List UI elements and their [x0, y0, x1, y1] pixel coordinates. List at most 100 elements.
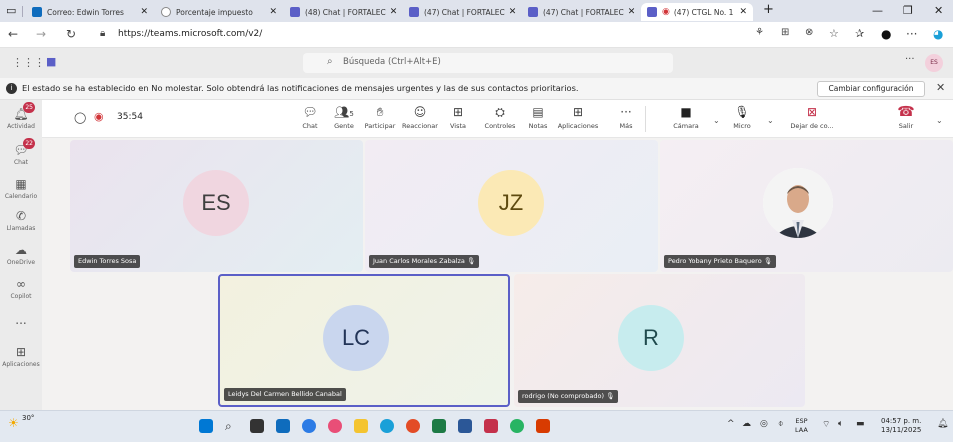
mic-options-chevron-icon[interactable]: ⌄ [767, 116, 774, 125]
powerpoint-icon[interactable] [536, 419, 550, 433]
favorite-icon[interactable]: ☆ [829, 27, 839, 40]
participant-avatar: JZ [478, 170, 544, 236]
participant-tile[interactable]: Pedro Yobany Prieto Baquero 🎙︎ [660, 140, 953, 272]
whatsapp-icon[interactable] [510, 419, 524, 433]
browser-tab-4[interactable]: (47) Chat | FORTALEC ✕ [403, 3, 521, 21]
url-text[interactable]: https://teams.microsoft.com/v2/ [118, 29, 262, 39]
tab-actions-icon[interactable]: ▭ [6, 4, 16, 17]
favorites-bar-icon[interactable]: ✰ [855, 27, 864, 40]
close-icon[interactable]: ✕ [265, 7, 277, 17]
toolbar-leave-button[interactable]: ☎︎ Salir [884, 104, 928, 130]
close-icon[interactable]: ✕ [505, 7, 517, 17]
browser-tab-5[interactable]: (47) Chat | FORTALEC ✕ [522, 3, 640, 21]
settings-more-icon[interactable]: ··· [906, 27, 917, 41]
teams-icon [409, 7, 419, 17]
bell-icon: 🔔︎ 25 [13, 102, 35, 121]
app-launcher-icon[interactable]: ⋮⋮⋮ [12, 56, 45, 69]
dismiss-icon[interactable]: ✕ [936, 81, 945, 94]
chrome-browser-icon[interactable] [406, 419, 420, 433]
toolbar-raise-hand-button[interactable]: ✋︎ Participar [358, 104, 402, 130]
notifications-icon[interactable]: 🔔︎ [937, 419, 948, 429]
read-aloud-icon[interactable]: ⊗ [805, 27, 813, 38]
close-window-icon[interactable]: ✕ [934, 4, 943, 17]
wifi-icon[interactable]: ⌔ [822, 419, 830, 430]
copilot-app-icon[interactable] [328, 419, 342, 433]
close-icon[interactable]: ✕ [624, 7, 636, 17]
rail-item-activity[interactable]: 🔔︎ 25 Actividad [0, 102, 42, 130]
rail-label: Aplicaciones [2, 361, 40, 368]
keyboard-layout: LAA [795, 426, 808, 434]
usb-icon[interactable]: ⌽ [778, 419, 783, 429]
toolbar-view-button[interactable]: ⊞ Vista [436, 104, 480, 130]
weather-icon[interactable]: ☀ [8, 416, 19, 430]
change-settings-button[interactable]: Cambiar configuración [817, 81, 925, 97]
rail-item-copilot[interactable]: ∞ Copilot [0, 276, 42, 300]
minimize-icon[interactable]: — [872, 4, 883, 17]
rail-item-onedrive[interactable]: ☁︎ OneDrive [0, 242, 42, 266]
tab-label: (47) Chat | FORTALEC [424, 7, 505, 17]
onedrive-tray-icon[interactable]: ☁ [742, 419, 751, 429]
info-icon: i [6, 83, 17, 94]
toolbar-apps-button[interactable]: ⊞ Aplicaciones [556, 104, 600, 130]
user-avatar[interactable]: ES [925, 54, 943, 72]
close-icon[interactable]: ✕ [735, 7, 747, 17]
search-input[interactable]: ⌕ Búsqueda (Ctrl+Alt+E) [303, 53, 673, 73]
participant-avatar: ES [183, 170, 249, 236]
windows-start-icon[interactable] [199, 419, 213, 433]
restore-icon[interactable]: ❐ [903, 4, 913, 17]
browser-tab-active[interactable]: ◉ (47) CTGL No. 1 ✕ [641, 3, 753, 21]
browser-tab-2[interactable]: Porcentaje impuesto ✕ [155, 3, 283, 21]
camera-options-chevron-icon[interactable]: ⌄ [713, 116, 720, 125]
show-hidden-icons-icon[interactable]: ^ [727, 419, 735, 429]
rail-item-chat[interactable]: 💬︎ 22 Chat [0, 138, 42, 166]
tray-app-icon[interactable]: ◎ [760, 419, 768, 429]
toolbar-mic-button[interactable]: 🎙︎ Micro [720, 104, 764, 130]
forward-icon[interactable]: → [36, 27, 46, 41]
windows-taskbar: ☀ 30° ⌕ ^ ☁ ◎ ⌽ ESP LAA ⌔ 🔈︎ ▬ 04:57 p. … [0, 410, 953, 442]
participant-tile-active[interactable]: LC Leidys Del Carmen Bellido Canabal [218, 274, 510, 407]
meeting-stage: ES Edwin Torres Sosa JZ Juan Carlos Mora… [42, 138, 953, 410]
rail-label: OneDrive [6, 259, 36, 266]
participant-avatar: LC [323, 305, 389, 371]
file-explorer-icon[interactable] [354, 419, 368, 433]
toolbar-notes-button[interactable]: ▤ Notas [516, 104, 560, 130]
more-options-icon[interactable]: ··· [905, 54, 915, 65]
rail-item-apps[interactable]: ⊞ Aplicaciones [0, 344, 42, 368]
pdf-icon[interactable] [484, 419, 498, 433]
participant-tile[interactable]: JZ Juan Carlos Morales Zabalza 🎙︎ [365, 140, 658, 272]
shield-app-icon[interactable] [302, 419, 316, 433]
language-indicator[interactable]: ESP LAA [795, 417, 808, 435]
toolbar-camera-button[interactable]: ■ Cámara [664, 104, 708, 130]
word-icon[interactable] [458, 419, 472, 433]
extension-icon[interactable]: ⚘ [755, 27, 764, 38]
split-screen-icon[interactable]: ⊞ [781, 27, 789, 38]
volume-icon[interactable]: 🔈︎ [838, 419, 843, 429]
system-clock[interactable]: 04:57 p. m. 13/11/2025 [881, 417, 921, 435]
close-icon[interactable]: ✕ [386, 7, 398, 17]
close-icon[interactable]: ✕ [136, 7, 148, 17]
rail-item-calendar[interactable]: ▦ Calendario [0, 176, 42, 200]
browser-tab-1[interactable]: Correo: Edwin Torres ✕ [26, 3, 154, 21]
new-tab-icon[interactable]: + [763, 2, 774, 17]
refresh-icon[interactable]: ↻ [66, 27, 76, 41]
edge-browser-icon[interactable] [380, 419, 394, 433]
excel-icon[interactable] [432, 419, 446, 433]
back-icon[interactable]: ← [8, 27, 18, 41]
battery-icon[interactable]: ▬ [856, 419, 865, 429]
copilot-browser-icon[interactable]: ◕ [933, 27, 943, 41]
outlook-app-icon[interactable] [276, 419, 290, 433]
participant-tile[interactable]: R rodrigo (No comprobado) 🎙︎ [514, 274, 805, 407]
leave-options-chevron-icon[interactable]: ⌄ [936, 116, 943, 125]
rail-item-more[interactable]: ... [0, 312, 42, 328]
toolbar-label: Más [619, 122, 633, 130]
task-view-icon[interactable] [250, 419, 264, 433]
more-icon: ··· [620, 105, 632, 119]
browser-tab-3[interactable]: (48) Chat | FORTALEC ✕ [284, 3, 402, 21]
participant-tile[interactable]: ES Edwin Torres Sosa [70, 140, 363, 272]
search-icon[interactable]: ⌕ [225, 419, 239, 433]
toolbar-stop-share-button[interactable]: ⊠ Dejar de co... [784, 104, 840, 130]
profile-icon[interactable]: ● [881, 27, 891, 41]
address-bar[interactable]: 🔒︎ https://teams.microsoft.com/v2/ [96, 26, 722, 44]
toolbar-more-button[interactable]: ··· Más [604, 104, 648, 130]
rail-item-calls[interactable]: ✆ Llamadas [0, 208, 42, 232]
